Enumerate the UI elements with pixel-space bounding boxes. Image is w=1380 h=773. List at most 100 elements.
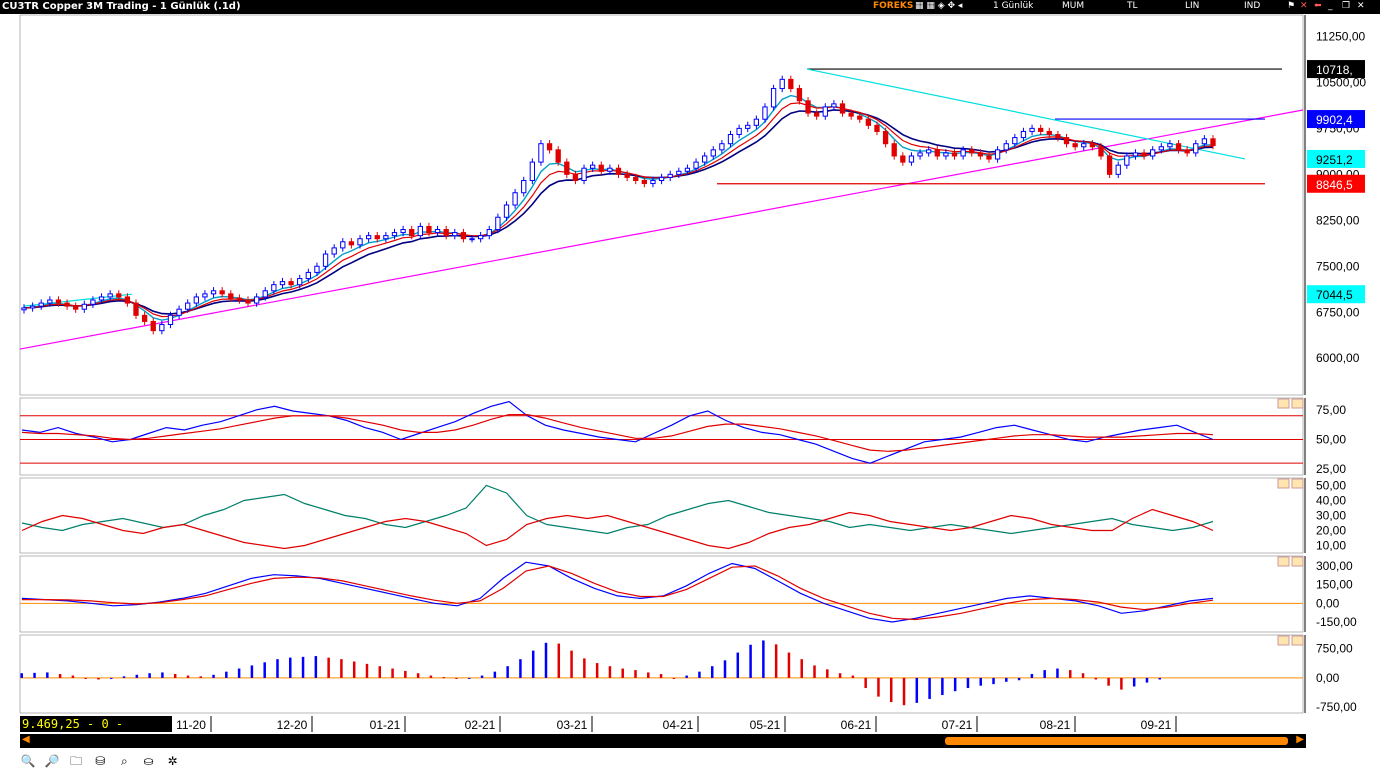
value-tag-label: 7044,5 (1316, 288, 1353, 302)
candle-body (219, 290, 225, 295)
candle-body (900, 155, 906, 163)
histogram-bar (1017, 677, 1021, 681)
scroll-left-icon[interactable]: ◀ (22, 734, 30, 745)
histogram-bar (506, 666, 509, 678)
histogram-bar (583, 658, 586, 678)
panel-frames (0, 14, 1380, 768)
candle-body (98, 296, 105, 301)
candle-body (512, 192, 518, 206)
candle-body (555, 149, 561, 163)
folder-icon[interactable]: 🗀 (68, 752, 84, 768)
histogram-bar (480, 675, 484, 678)
histogram-bar (774, 644, 778, 678)
panel-tick-label: 75,00 (1316, 403, 1346, 417)
scroll-thumb[interactable] (945, 737, 1288, 745)
x-tick-label: 09-21 (1141, 718, 1172, 732)
panel-tick-label: -150,00 (1316, 615, 1357, 629)
candle-body (710, 149, 716, 157)
histogram-bar (979, 677, 982, 686)
candle-body (521, 179, 527, 194)
zoom-out-icon[interactable]: 🔎 (44, 754, 60, 768)
candle-body (495, 216, 501, 231)
candle-body (73, 305, 79, 310)
candle-body (228, 293, 234, 299)
cylinder-icon[interactable]: ⛀ (140, 754, 156, 768)
histogram-bar (1043, 670, 1046, 678)
histogram-bar (289, 657, 292, 678)
candle-body (745, 124, 751, 129)
candle-body (1184, 149, 1190, 154)
histogram-bar (314, 656, 318, 678)
dmi-frame (19, 477, 1304, 554)
candle-body (55, 299, 62, 304)
histogram-bar (1120, 677, 1123, 690)
candle-body (1020, 130, 1027, 139)
panel-close-button (1291, 556, 1304, 567)
panel-options-button (1277, 398, 1290, 409)
candle-body (417, 225, 423, 237)
histogram-bar (736, 652, 740, 678)
candle-body (581, 167, 587, 181)
panel-tick-label: 30,00 (1316, 509, 1346, 523)
histogram-bar (749, 644, 752, 678)
candle-body (788, 78, 794, 90)
histogram-bar (826, 669, 829, 678)
histogram-bar (953, 677, 957, 692)
histogram-bar (1094, 677, 1098, 680)
x-tick-label: 03-21 (557, 718, 588, 732)
histogram-bar (877, 677, 880, 697)
candle-body (477, 235, 484, 240)
histogram-bar (71, 675, 75, 678)
histogram-bar (225, 671, 228, 678)
histogram-bar (135, 674, 139, 678)
candle-body (702, 155, 708, 163)
price-tick-label: 7500,00 (1316, 259, 1360, 273)
panel-tick-label: 40,00 (1316, 494, 1346, 508)
candle-body (753, 118, 760, 126)
candle-body (882, 130, 889, 145)
candle-body (486, 229, 492, 237)
candle-body (693, 161, 699, 169)
settings-icon[interactable]: ✲ (165, 754, 181, 768)
candle-body (831, 103, 837, 108)
candle-body (288, 281, 294, 286)
candle-body (986, 155, 992, 160)
level-tag-label: 9902,4 (1316, 113, 1353, 127)
candle-body (245, 299, 251, 304)
candle-body (1081, 143, 1087, 148)
histogram-bar (928, 677, 931, 699)
candle-body (1098, 146, 1104, 157)
candle-body (1055, 134, 1061, 139)
candle-body (969, 149, 975, 154)
histogram-bar (941, 677, 944, 696)
histogram-bar (199, 676, 203, 678)
x-tick-label: 06-21 (841, 718, 872, 732)
candle-body (1158, 146, 1164, 151)
candle-body (676, 170, 682, 175)
value-tag-label: 9251,2 (1316, 153, 1353, 167)
candle-body (926, 149, 932, 154)
panel-options-button (1277, 478, 1290, 489)
candle-body (1132, 152, 1139, 157)
candle-body (650, 179, 656, 185)
histogram-bar (33, 672, 36, 678)
candle-body (874, 124, 880, 132)
candle-body (762, 106, 768, 120)
histogram-bar (838, 673, 842, 678)
histogram-bar (58, 674, 62, 678)
database-icon[interactable]: ⛁ (92, 754, 108, 768)
zoom-in-icon[interactable]: 🔍 (20, 754, 36, 768)
histogram-bar (148, 673, 151, 678)
candle-body (598, 164, 604, 172)
chart-canvas[interactable]: 11250,0010500,009750,009000,008250,00750… (0, 0, 1380, 768)
histogram-bar (595, 663, 599, 678)
candle-body (262, 290, 268, 298)
histogram-bar (1107, 677, 1110, 686)
candle-body (1124, 155, 1130, 166)
search-icon[interactable]: ⌕ (116, 754, 132, 768)
scroll-right-icon[interactable]: ▶ (1296, 734, 1304, 745)
candle-body (684, 167, 691, 172)
candle-body (572, 173, 579, 181)
candle-body (64, 302, 70, 307)
histogram-bar (723, 660, 727, 678)
